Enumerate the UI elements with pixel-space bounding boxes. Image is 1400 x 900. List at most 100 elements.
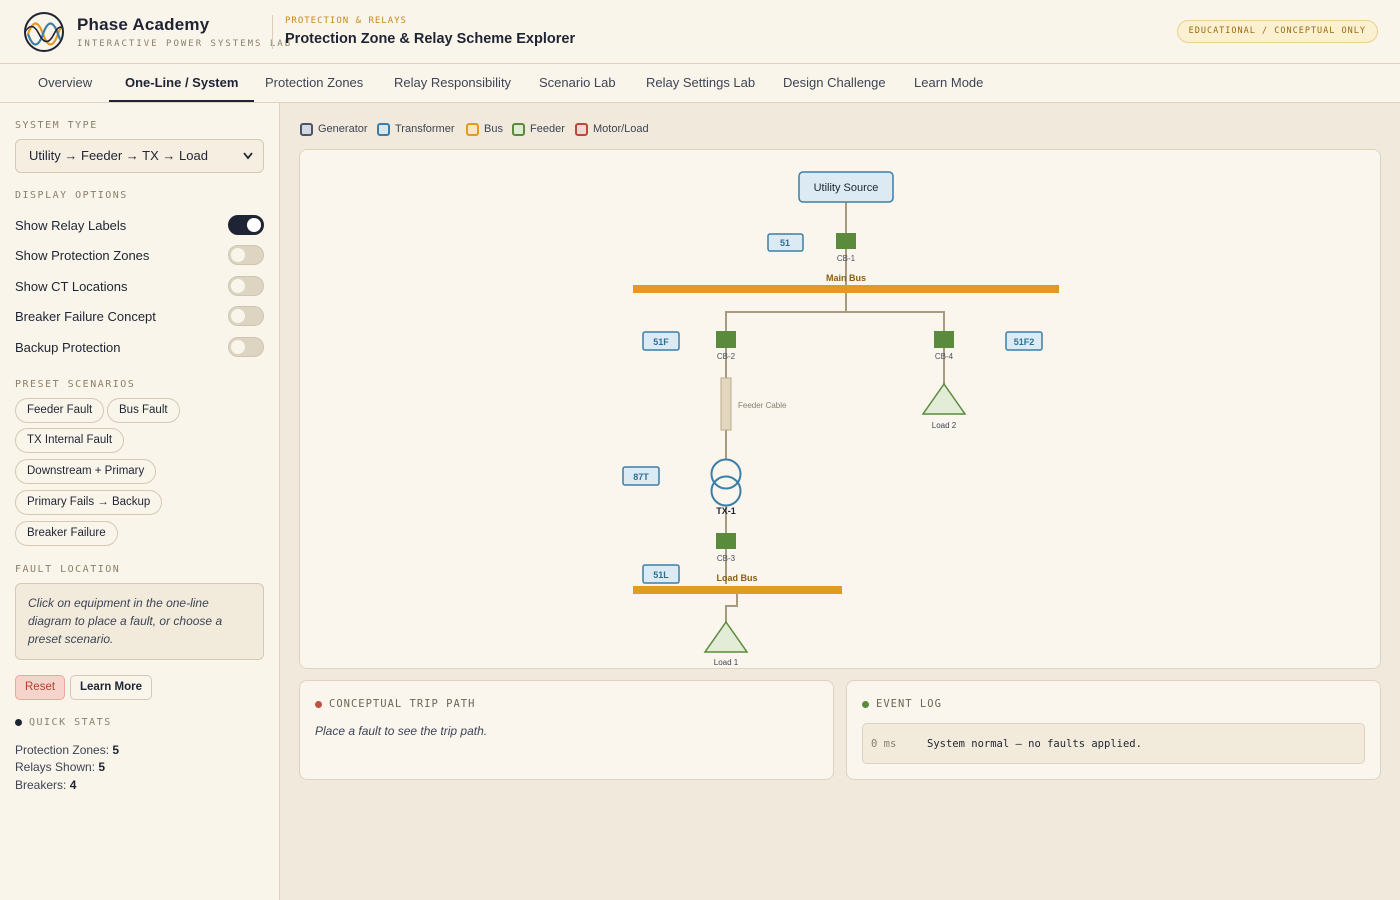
stat-label: Breakers:	[15, 778, 67, 792]
relay-51[interactable]: 51	[767, 233, 804, 252]
tab-protection-zones[interactable]: Protection Zones	[249, 64, 379, 102]
utility-source[interactable]: Utility Source	[798, 171, 894, 203]
preset-breaker-failure[interactable]: Breaker Failure	[15, 521, 118, 546]
load-label: Load 2	[932, 421, 957, 430]
feeder-cable[interactable]: Feeder Cable	[720, 377, 787, 431]
main-bus-label: Main Bus	[826, 273, 866, 283]
toggle-protection-zones[interactable]	[228, 245, 264, 265]
tab-scenario-lab[interactable]: Scenario Lab	[523, 64, 632, 102]
conductors	[725, 202, 945, 624]
legend-swatch-motor-load	[575, 123, 588, 136]
phase-academy-logo-icon	[24, 12, 64, 52]
load-2[interactable]: Load 2	[921, 382, 967, 430]
system-type-value: Utility → Feeder → TX → Load	[29, 148, 208, 163]
option-label-relay-labels: Show Relay Labels	[15, 218, 127, 233]
stat-relays-shown: Relays Shown: 5	[15, 760, 105, 774]
utility-source-label: Utility Source	[814, 182, 879, 194]
breaker-cb-1[interactable]: CB-1	[836, 233, 856, 263]
legend-swatch-transformer	[377, 123, 390, 136]
stat-label: Relays Shown:	[15, 760, 96, 774]
breaker-label: CB-3	[717, 554, 736, 563]
brand-subtitle: INTERACTIVE POWER SYSTEMS LAB	[77, 39, 293, 49]
event-log-panel: EVENT LOG 0 ms System normal — no faults…	[846, 680, 1381, 780]
toggle-ct-locations[interactable]	[228, 276, 264, 296]
tab-relay-responsibility[interactable]: Relay Responsibility	[378, 64, 527, 102]
tab-overview[interactable]: Overview	[22, 64, 108, 102]
option-label-ct-locations: Show CT Locations	[15, 279, 128, 294]
header-divider	[272, 15, 273, 49]
tab-learn-mode[interactable]: Learn Mode	[898, 64, 999, 102]
event-log-status-dot-icon	[862, 701, 869, 708]
legend-label: Motor/Load	[593, 123, 649, 135]
toggle-knob	[247, 218, 261, 232]
toggle-knob	[231, 279, 245, 293]
stat-value: 5	[98, 760, 106, 774]
relay-51f[interactable]: 51F	[642, 331, 680, 351]
feeder-cable-label: Feeder Cable	[738, 401, 787, 410]
transformer-label: TX-1	[716, 506, 736, 516]
toggle-backup-protection[interactable]	[228, 337, 264, 357]
fault-location-hint: Click on equipment in the one-line diagr…	[15, 583, 264, 660]
fault-location-heading: FAULT LOCATION	[15, 564, 121, 575]
system-type-heading: SYSTEM TYPE	[15, 120, 98, 131]
breaker-cb-2[interactable]: CB-2	[716, 331, 736, 361]
preset-downstream-primary[interactable]: Downstream + Primary	[15, 459, 157, 484]
breaker-label: CB-2	[717, 352, 736, 361]
preset-primary-fails-backup[interactable]: Primary Fails → Backup	[15, 490, 163, 515]
breaker-cb-3[interactable]: CB-3	[716, 533, 736, 563]
preset-bus-fault[interactable]: Bus Fault	[107, 398, 180, 423]
toggle-knob	[231, 309, 245, 323]
relay-label: 51L	[653, 570, 669, 580]
toggle-relay-labels[interactable]	[228, 215, 264, 235]
brand-name: Phase Academy	[77, 15, 210, 34]
trip-path-status-dot-icon	[315, 701, 322, 708]
load-1[interactable]: Load 1	[703, 620, 749, 667]
trip-path-title: CONCEPTUAL TRIP PATH	[329, 698, 476, 710]
option-label-backup-protection: Backup Protection	[15, 340, 121, 355]
legend-swatch-generator	[300, 123, 313, 136]
event-log-title: EVENT LOG	[876, 698, 942, 710]
event-log-entry: 0 ms System normal — no faults applied.	[862, 723, 1365, 764]
preset-tx-internal-fault[interactable]: TX Internal Fault	[15, 428, 125, 453]
quick-stats-heading: QUICK STATS	[29, 717, 112, 728]
breaker-cb-4[interactable]: CB-4	[934, 331, 954, 361]
toggle-knob	[231, 340, 245, 354]
relay-label: 87T	[633, 472, 649, 482]
option-label-protection-zones: Show Protection Zones	[15, 248, 150, 263]
preset-feeder-fault[interactable]: Feeder Fault	[15, 398, 105, 423]
tab-design-challenge[interactable]: Design Challenge	[767, 64, 902, 102]
legend-swatch-bus	[466, 123, 479, 136]
stat-value: 5	[112, 743, 120, 757]
legend-label: Bus	[484, 123, 503, 135]
tab-relay-settings-lab[interactable]: Relay Settings Lab	[630, 64, 771, 102]
trip-path-text: Place a fault to see the trip path.	[315, 724, 488, 738]
event-message: System normal — no faults applied.	[927, 738, 1142, 750]
breaker-label: CB-4	[935, 352, 954, 361]
load-bus-label: Load Bus	[716, 573, 757, 583]
option-label-breaker-failure: Breaker Failure Concept	[15, 309, 156, 324]
tab-one-line-system[interactable]: One-Line / System	[109, 64, 255, 102]
one-line-diagram: Utility Source 51 CB-1 Main Bus CB-2 51F	[299, 149, 1381, 669]
relay-51f2[interactable]: 51F2	[1005, 331, 1043, 351]
reset-button[interactable]: Reset	[15, 675, 66, 700]
system-type-select[interactable]: Utility → Feeder → TX → Load	[15, 139, 264, 173]
relay-87t[interactable]: 87T	[622, 466, 660, 486]
preset-scenarios-heading: PRESET SCENARIOS	[15, 379, 136, 390]
relay-label: 51F2	[1014, 337, 1035, 347]
learn-more-button[interactable]: Learn More	[70, 675, 152, 700]
legend-label: Feeder	[530, 123, 565, 135]
relay-label: 51	[780, 238, 790, 248]
page-title: Protection Zone & Relay Scheme Explorer	[285, 31, 576, 47]
page-kicker: PROTECTION & RELAYS	[285, 16, 407, 26]
toggle-knob	[231, 248, 245, 262]
stat-value: 4	[69, 778, 77, 792]
page-heading: PROTECTION & RELAYS Protection Zone & Re…	[285, 16, 575, 47]
load-label: Load 1	[714, 658, 739, 667]
quick-stats-dot-icon	[15, 719, 22, 726]
relay-51l[interactable]: 51L	[642, 564, 680, 584]
relay-label: 51F	[653, 337, 669, 347]
transformer-tx-1[interactable]: TX-1	[710, 458, 742, 517]
toggle-breaker-failure[interactable]	[228, 306, 264, 326]
stat-breakers: Breakers: 4	[15, 778, 76, 792]
stat-label: Protection Zones:	[15, 743, 110, 757]
